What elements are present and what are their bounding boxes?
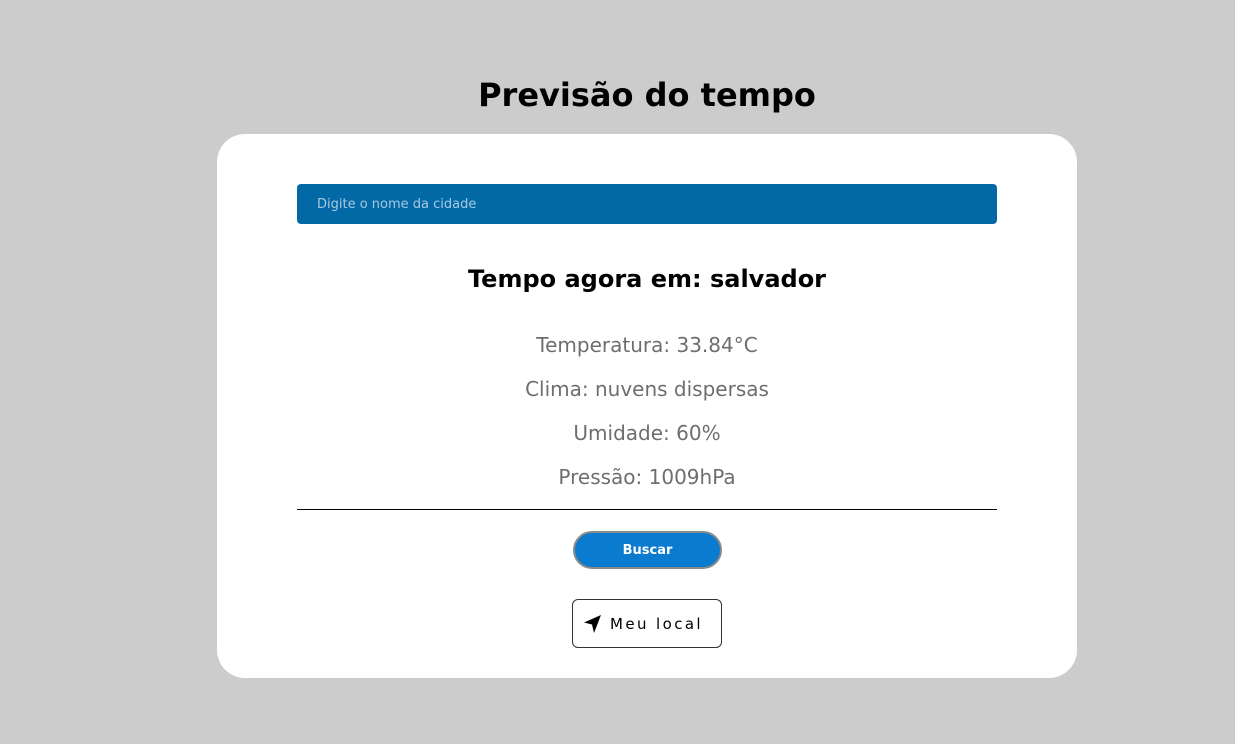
divider (297, 509, 997, 510)
temperature-text: Temperatura: 33.84°C (536, 333, 758, 357)
my-location-button[interactable]: Meu local (572, 599, 722, 648)
weather-heading: Tempo agora em: salvador (467, 265, 827, 293)
pressure-text: Pressão: 1009hPa (558, 465, 736, 489)
search-button[interactable]: Buscar (573, 531, 722, 569)
navigation-arrow-icon (583, 614, 603, 634)
weather-card: Tempo agora em: salvador Temperatura: 33… (217, 134, 1077, 678)
city-search-input[interactable] (297, 184, 997, 224)
humidity-text: Umidade: 60% (573, 421, 721, 445)
my-location-label: Meu local (610, 614, 703, 633)
page-title: Previsão do tempo (478, 76, 816, 114)
climate-text: Clima: nuvens dispersas (525, 377, 769, 401)
